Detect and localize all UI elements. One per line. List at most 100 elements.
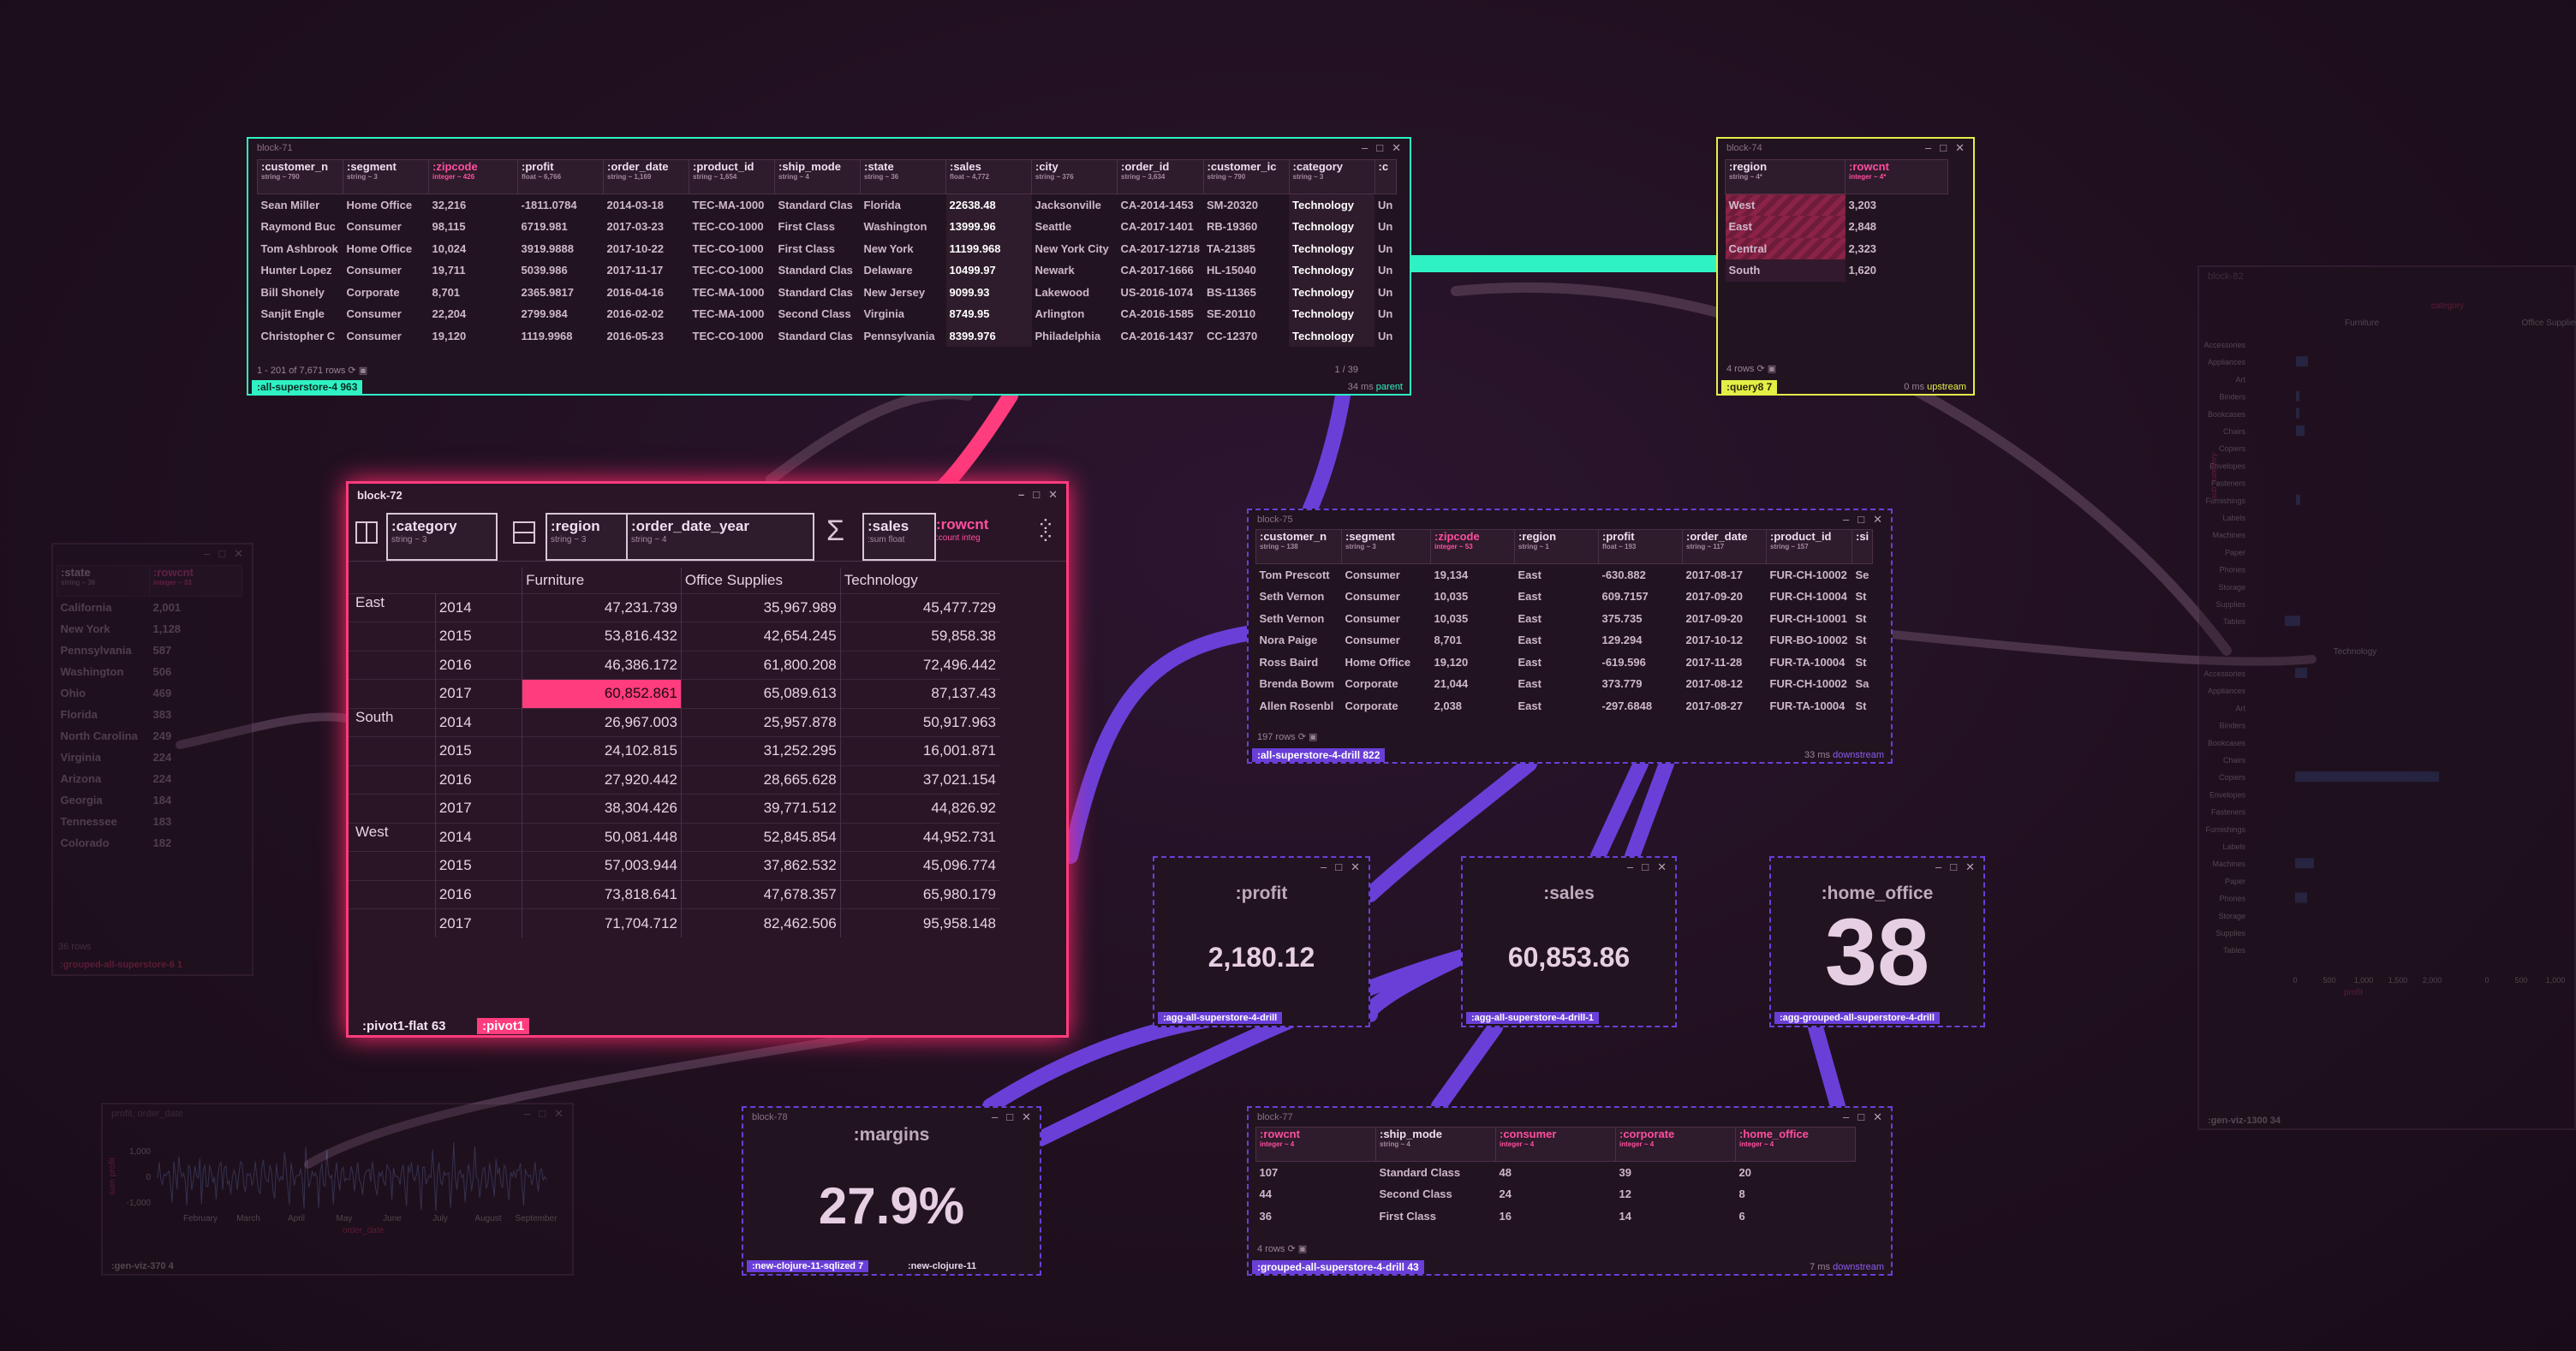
- close-icon[interactable]: ✕: [1873, 1110, 1882, 1124]
- table-cell[interactable]: First Class: [775, 238, 861, 260]
- maximize-icon[interactable]: □: [218, 547, 225, 561]
- block-titlebar[interactable]: block-74 – □ ✕: [1718, 139, 1973, 158]
- minimize-icon[interactable]: –: [1935, 860, 1941, 874]
- table-cell[interactable]: 506: [150, 661, 242, 682]
- maximize-icon[interactable]: □: [1857, 513, 1864, 527]
- table-cell[interactable]: 11199.968: [945, 237, 1032, 259]
- column-header[interactable]: :consumer integer ~ 4: [1495, 1127, 1616, 1162]
- pivot-value-cell[interactable]: 31,252.295: [680, 736, 841, 765]
- table-cell[interactable]: 5039.986: [518, 259, 604, 282]
- table-cell[interactable]: 6: [1736, 1205, 1856, 1228]
- table-cell[interactable]: Technology: [1289, 259, 1375, 282]
- pivot-value-cell[interactable]: 46,386.172: [522, 651, 682, 680]
- table-cell[interactable]: North Carolina: [57, 725, 150, 747]
- pivot-value-cell[interactable]: 24,102.815: [522, 736, 682, 765]
- table-cell[interactable]: Virginia: [861, 303, 946, 325]
- table-cell[interactable]: 2017-08-12: [1683, 673, 1767, 695]
- maximize-icon[interactable]: □: [1950, 860, 1957, 874]
- pivot-value-cell[interactable]: 28,665.628: [680, 765, 841, 795]
- table-cell[interactable]: FUR-CH-10002: [1767, 564, 1852, 586]
- table-cell[interactable]: 98,115: [429, 216, 518, 238]
- pivot-value-cell[interactable]: 37,862.532: [680, 851, 841, 880]
- maximize-icon[interactable]: □: [1857, 1110, 1864, 1124]
- table-cell[interactable]: CC-12370: [1203, 325, 1289, 348]
- block-titlebar[interactable]: block-75 – □ ✕: [1249, 510, 1891, 529]
- table-cell[interactable]: New York: [861, 238, 946, 260]
- table-row[interactable]: Hunter Lopez Consumer 19,711 5039.986 2017-1…: [258, 259, 1397, 282]
- block-tag-secondary[interactable]: :new-clojure-11: [903, 1260, 981, 1272]
- block-tag[interactable]: :gen-viz-1300 34: [2203, 1115, 2286, 1127]
- table-cell[interactable]: Corporate: [343, 282, 429, 304]
- maximize-icon[interactable]: □: [1376, 141, 1383, 155]
- table-cell[interactable]: 2017-09-20: [1683, 586, 1767, 608]
- pivot-value-cell[interactable]: 44,952.731: [839, 823, 999, 852]
- table-cell[interactable]: Pennsylvania: [57, 640, 150, 661]
- column-header[interactable]: :state string ~ 36: [57, 565, 150, 597]
- table-cell[interactable]: Jacksonville: [1032, 194, 1118, 217]
- column-header[interactable]: :ship_mode string ~ 4: [774, 159, 861, 194]
- column-header[interactable]: :si: [1851, 529, 1874, 564]
- table-cell[interactable]: Allen Rosenbl: [1256, 695, 1342, 717]
- table-cell[interactable]: Florida: [861, 194, 946, 217]
- block-tag[interactable]: :grouped-all-superstore-6 1: [55, 959, 188, 971]
- close-icon[interactable]: ✕: [234, 547, 243, 561]
- block-tag[interactable]: :all-superstore-4 963: [252, 380, 363, 394]
- pivot-row[interactable]: East 2014 47,231.739 35,967.989 45,477.729: [349, 593, 999, 622]
- block-75-table[interactable]: block-75 – □ ✕ :customer_n string ~ 138:seg…: [1247, 509, 1893, 764]
- pivot-value-cell[interactable]: 65,089.613: [680, 679, 841, 708]
- pivot-column-header[interactable]: Office Supplies: [680, 568, 841, 593]
- table-cell[interactable]: FUR-CH-10001: [1767, 608, 1852, 630]
- table-cell[interactable]: Technology: [1289, 237, 1375, 259]
- table-cell[interactable]: 609.7157: [1599, 586, 1683, 608]
- table-cell[interactable]: Philadelphia: [1032, 325, 1118, 348]
- table-cell[interactable]: FUR-CH-10002: [1767, 673, 1852, 695]
- pivot-row[interactable]: 2015 53,816.432 42,654.245 59,858.38: [349, 622, 999, 651]
- table-cell[interactable]: 10,035: [1431, 608, 1515, 630]
- table-cell[interactable]: 13999.96: [945, 216, 1032, 238]
- table-cell[interactable]: 2799.984: [518, 303, 604, 325]
- table-cell[interactable]: 8: [1736, 1183, 1856, 1205]
- block-tag[interactable]: :agg-all-superstore-4-drill: [1158, 1012, 1283, 1024]
- table-cell[interactable]: Tom Prescott: [1256, 564, 1342, 586]
- table-cell[interactable]: 10499.97: [945, 259, 1032, 282]
- table-cell[interactable]: 19,120: [1431, 652, 1515, 674]
- table-row[interactable]: West 3,203: [1725, 193, 1948, 216]
- pivot-year-label[interactable]: 2014: [434, 823, 522, 852]
- table-row[interactable]: Seth Vernon Consumer 10,035 East 609.7157 201…: [1256, 586, 1873, 608]
- table-row[interactable]: South 1,620: [1725, 259, 1948, 282]
- column-header[interactable]: :zipcode integer ~ 426: [428, 159, 518, 194]
- table-cell[interactable]: 129.294: [1599, 629, 1683, 652]
- table-cell[interactable]: Technology: [1289, 303, 1375, 325]
- table-row[interactable]: Tennessee 183: [57, 811, 242, 832]
- pivot-row-field-region[interactable]: :region string ~ 3: [546, 513, 631, 561]
- table-cell[interactable]: FUR-TA-10004: [1767, 652, 1852, 674]
- pivot-year-label[interactable]: 2015: [434, 736, 522, 765]
- minimize-icon[interactable]: –: [204, 547, 210, 561]
- minimize-icon[interactable]: –: [1018, 488, 1024, 502]
- table-cell[interactable]: Delaware: [861, 259, 946, 282]
- pivot-year-label[interactable]: 2014: [434, 708, 522, 737]
- block-tag[interactable]: :gen-viz-370 4: [106, 1260, 179, 1272]
- table-row[interactable]: Virginia 224: [57, 747, 242, 768]
- table-cell[interactable]: 2,038: [1431, 695, 1515, 717]
- table-cell[interactable]: St: [1852, 586, 1873, 608]
- table-cell[interactable]: 12: [1616, 1183, 1736, 1205]
- table-cell[interactable]: 22638.48: [945, 193, 1032, 216]
- block-74-table[interactable]: block-74 – □ ✕ :region string ~ 4*:rowcnt in…: [1716, 137, 1975, 396]
- table-row[interactable]: Ross Baird Home Office 19,120 East -619.596 2…: [1256, 652, 1873, 674]
- column-header[interactable]: :city string ~ 376: [1031, 159, 1118, 194]
- table-cell[interactable]: 2017-09-20: [1683, 608, 1767, 630]
- pivot-value-cell[interactable]: 59,858.38: [839, 622, 999, 651]
- block-titlebar[interactable]: block-77 – □ ✕: [1249, 1108, 1891, 1127]
- image-icon[interactable]: ▣: [359, 366, 367, 376]
- pivot-row-field-year[interactable]: :order_date_year string ~ 4: [626, 513, 814, 561]
- pivot-row[interactable]: 2016 46,386.172 61,800.208 72,496.442: [349, 651, 999, 680]
- table-cell[interactable]: South: [1725, 259, 1846, 282]
- table-cell[interactable]: Un: [1374, 303, 1396, 325]
- column-header[interactable]: :rowcnt integer ~ 33: [149, 565, 242, 597]
- table-row[interactable]: New York 1,128: [57, 618, 242, 640]
- table-row[interactable]: 107 Standard Class 48 39 20: [1256, 1162, 1856, 1184]
- table-cell[interactable]: 2017-10-12: [1683, 629, 1767, 652]
- table-cell[interactable]: 8,701: [1431, 629, 1515, 652]
- table-cell[interactable]: SM-20320: [1203, 194, 1289, 217]
